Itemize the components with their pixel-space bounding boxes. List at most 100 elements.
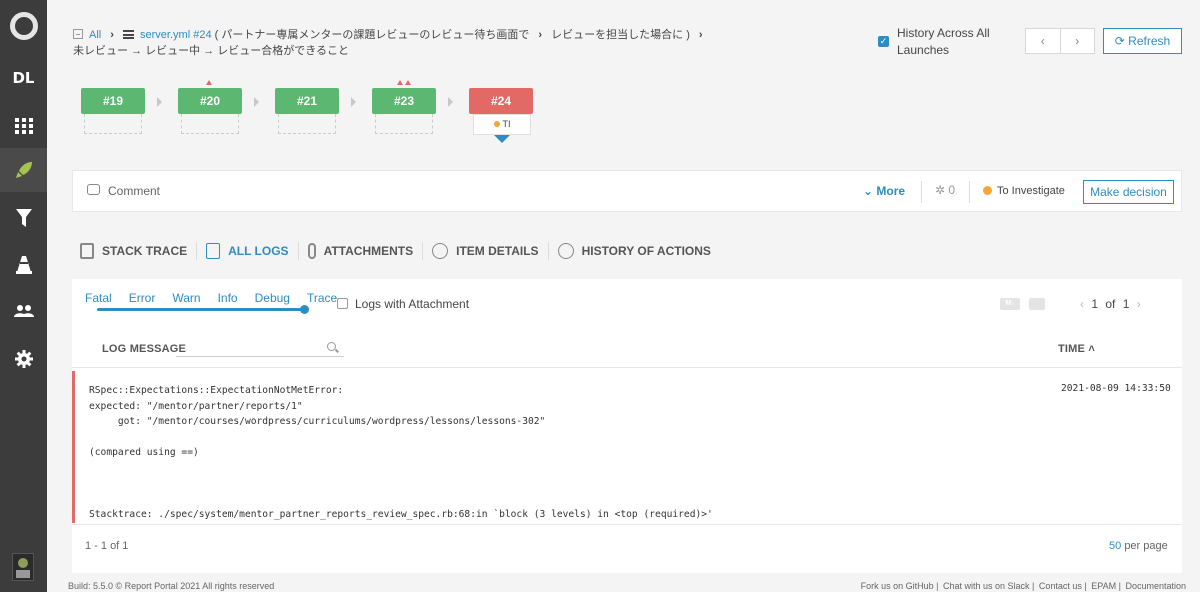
log-tabs: STACK TRACE ALL LOGS ATTACHMENTS ITEM DE… <box>80 241 729 261</box>
user-avatar[interactable] <box>12 553 34 581</box>
breadcrumb: All › server.yml #24 ( パートナー専属メンターの課題レビュ… <box>73 27 853 59</box>
level-warn[interactable]: Warn <box>172 291 200 305</box>
bug-counter[interactable]: ✲ 0 <box>935 183 955 197</box>
sort-asc-icon: ˄ <box>1085 343 1095 355</box>
grid-icon <box>14 118 33 134</box>
console-mode-icon[interactable] <box>1029 298 1045 310</box>
page-size-selector[interactable]: 50 per page <box>1109 540 1168 552</box>
logs-with-attachment-label[interactable]: Logs with Attachment <box>355 297 469 311</box>
column-header-log-message: LOG MESSAGE <box>102 343 187 355</box>
info-icon <box>432 243 449 259</box>
level-trace[interactable]: Trace <box>307 291 337 305</box>
chevron-down-icon: ⌄ <box>863 184 877 198</box>
sidebar-item-filters[interactable] <box>0 196 47 240</box>
report-portal-logo[interactable] <box>0 6 47 46</box>
tab-label: HISTORY OF ACTIONS <box>581 244 711 258</box>
log-level-slider-handle[interactable] <box>300 305 309 314</box>
history-item[interactable]: #23 <box>372 88 436 114</box>
level-error[interactable]: Error <box>129 291 156 305</box>
refresh-icon: ⟳ <box>1114 34 1129 48</box>
list-icon <box>123 30 135 39</box>
rocket-icon <box>15 162 32 178</box>
level-fatal[interactable]: Fatal <box>85 291 112 305</box>
sidebar-item-debug[interactable] <box>0 243 47 287</box>
project-selector[interactable]: DL <box>0 56 47 100</box>
items-count: 1 - 1 of 1 <box>85 540 129 552</box>
divider <box>921 181 922 203</box>
sidebar-item-members[interactable] <box>0 289 47 333</box>
arrow-right-icon <box>254 97 259 107</box>
page-of: of <box>1105 297 1116 311</box>
more-label: More <box>876 184 906 198</box>
tab-all-logs[interactable]: ALL LOGS <box>206 242 299 260</box>
growth-up-icon <box>206 80 212 85</box>
logo-icon <box>9 12 38 40</box>
history-item[interactable]: #20 <box>178 88 242 114</box>
collapse-icon[interactable] <box>73 29 83 39</box>
comment-button[interactable]: Comment <box>108 184 160 198</box>
footer: Build: 5.5.0 © Report Portal 2021 All ri… <box>68 581 1186 591</box>
log-level-filter: Fatal Error Warn Info Debug Trace <box>85 291 337 305</box>
current-item-marker-icon <box>494 135 510 143</box>
defect-type-text: To Investigate <box>997 185 1065 197</box>
clipboard-icon <box>80 243 94 259</box>
sidebar-item-dashboard[interactable] <box>0 104 47 148</box>
sidebar-item-launches[interactable] <box>0 148 47 192</box>
paperclip-icon <box>307 243 316 259</box>
more-button[interactable]: ⌄ More <box>863 184 905 198</box>
log-level-slider[interactable] <box>97 308 305 311</box>
chevron-right-icon: › <box>698 29 703 41</box>
sidebar-item-settings[interactable] <box>0 337 47 381</box>
page-size-value[interactable]: 50 <box>1109 540 1121 552</box>
make-decision-button[interactable]: Make decision <box>1083 180 1174 204</box>
footer-link-docs[interactable]: Documentation <box>1125 581 1186 591</box>
time-label: TIME <box>1058 343 1086 355</box>
level-info[interactable]: Info <box>218 291 238 305</box>
tab-item-details[interactable]: ITEM DETAILS <box>432 242 549 260</box>
footer-link-epam[interactable]: EPAM <box>1091 581 1116 591</box>
defect-dot-icon <box>983 186 992 195</box>
tab-label: ITEM DETAILS <box>456 244 539 258</box>
history-item-current[interactable]: #24 <box>469 88 533 114</box>
prev-item-button[interactable]: ‹ <box>1026 29 1061 53</box>
log-message-filter-input[interactable] <box>176 356 344 357</box>
sidebar: DL <box>0 0 47 592</box>
log-message: RSpec::Expectations::ExpectationNotMetEr… <box>89 385 713 520</box>
history-across-all-checkbox[interactable]: ✓ <box>878 36 889 47</box>
history-placeholder <box>84 114 142 134</box>
breadcrumb-path-1[interactable]: ( パートナー専属メンターの課題レビューのレビュー待ち画面で <box>215 29 530 41</box>
log-row[interactable]: RSpec::Expectations::ExpectationNotMetEr… <box>72 371 1182 523</box>
next-page-button[interactable]: › <box>1137 297 1141 311</box>
tab-history-of-actions[interactable]: HISTORY OF ACTIONS <box>557 242 720 260</box>
footer-link-contact[interactable]: Contact us <box>1039 581 1082 591</box>
breadcrumb-path-2[interactable]: レビューを担当した場合に ) <box>551 29 690 41</box>
search-icon[interactable] <box>327 342 336 351</box>
bug-icon: ✲ <box>935 183 949 197</box>
next-item-button[interactable]: › <box>1061 29 1095 53</box>
tab-stack-trace[interactable]: STACK TRACE <box>80 242 198 260</box>
history-across-all-label[interactable]: History Across All Launches <box>897 25 1007 59</box>
column-header-time[interactable]: TIME ˄ <box>1058 343 1095 355</box>
breadcrumb-all[interactable]: All <box>89 29 101 41</box>
growth-up-icon <box>397 80 403 85</box>
footer-link-slack[interactable]: Chat with us on Slack <box>943 581 1030 591</box>
bug-count: 0 <box>948 183 956 197</box>
breadcrumb-launch[interactable]: server.yml #24 <box>140 29 212 41</box>
history-item[interactable]: #19 <box>81 88 145 114</box>
tab-label: ALL LOGS <box>228 244 289 258</box>
logs-with-attachment-checkbox[interactable] <box>337 298 348 309</box>
history-item[interactable]: #21 <box>275 88 339 114</box>
defect-type-status[interactable]: To Investigate <box>983 185 1065 197</box>
defect-type-badge[interactable]: TI <box>473 114 531 135</box>
arrow-right-icon <box>157 97 162 107</box>
log-pagination: ‹ 1 of 1 › <box>1080 297 1141 311</box>
markdown-mode-icon[interactable]: M↓ <box>1000 298 1020 310</box>
log-time: 2021-08-09 14:33:50 <box>1061 383 1171 394</box>
tab-attachments[interactable]: ATTACHMENTS <box>307 242 424 260</box>
footer-link-github[interactable]: Fork us on GitHub <box>861 581 934 591</box>
refresh-button[interactable]: ⟳ Refresh <box>1103 28 1182 54</box>
prev-page-button[interactable]: ‹ <box>1080 297 1084 311</box>
divider <box>72 367 1182 368</box>
level-debug[interactable]: Debug <box>255 291 290 305</box>
history-placeholder <box>375 114 433 134</box>
